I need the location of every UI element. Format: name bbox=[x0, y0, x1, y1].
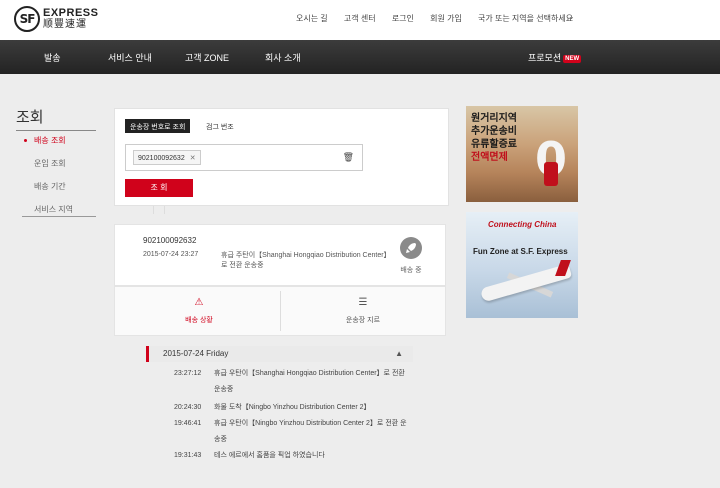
main-nav: 발송 서비스 안내 고객 ZONE 회사 소개 프로모션 NEW bbox=[0, 40, 720, 74]
sidebar-item-tracking[interactable]: 배송 조회 bbox=[34, 135, 66, 146]
tracking-result-card: 902100092632 2015-07-24 23:27 휴급 주탄이【Sha… bbox=[114, 224, 446, 286]
waybill-chip-label: 902100092632 bbox=[138, 155, 185, 162]
event-time: 19:31:43 bbox=[174, 452, 202, 459]
logo-mark: SF bbox=[14, 6, 40, 32]
fuel-pump-icon bbox=[544, 162, 558, 186]
banner-highlight: 전액면제 bbox=[471, 152, 508, 163]
sidebar-item-service-area[interactable]: 서비스 지역 bbox=[34, 204, 73, 215]
tab-divider bbox=[280, 291, 281, 331]
tab-waybill-number[interactable]: 운송장 번호로 조회 bbox=[125, 119, 191, 133]
event-time: 19:46:41 bbox=[174, 420, 202, 427]
nav-item-promotion[interactable]: 프로모션 NEW bbox=[528, 51, 582, 64]
toplink-signup[interactable]: 회원 가입 bbox=[430, 14, 462, 23]
list-icon: ☰ bbox=[358, 297, 368, 308]
timeline-date-header[interactable]: 2015-07-24 Friday ▲ bbox=[146, 346, 413, 362]
nav-item-about[interactable]: 회사 소개 bbox=[265, 51, 301, 64]
waybill-number: 902100092632 bbox=[143, 236, 197, 245]
toplink-directions[interactable]: 오시는 길 bbox=[296, 14, 328, 23]
search-button[interactable]: 조 회 bbox=[125, 179, 193, 197]
top-header: SF EXPRESS 顺豐速運 오시는 길 고객 센터 로그인 회원 가입 국가… bbox=[0, 0, 720, 40]
rocket-icon-shape bbox=[406, 243, 416, 253]
panel-divider bbox=[164, 206, 184, 214]
event-description: 휴급 우탄이【Ningbo Yinzhou Distribution Cente… bbox=[214, 420, 407, 443]
panel-divider bbox=[114, 206, 154, 214]
sidebar-item-rates[interactable]: 운임 조회 bbox=[34, 158, 66, 169]
sidebar-divider bbox=[22, 216, 96, 217]
fuel-surcharge-banner[interactable]: 원거리지역 추가운송비 유류할증료 전액면제 0 bbox=[466, 106, 578, 202]
event-time: 23:27:12 bbox=[174, 370, 202, 377]
tab-label: 운송장 지르 bbox=[345, 317, 381, 324]
banner-line: 추가운송비 bbox=[471, 126, 517, 137]
tab-waybill-info[interactable]: ☰ 운송장 지르 bbox=[283, 297, 443, 325]
result-datetime: 2015-07-24 23:27 bbox=[143, 251, 199, 258]
banner-line: 유류할증료 bbox=[471, 139, 517, 150]
promotion-label: 프로모션 bbox=[528, 53, 562, 63]
active-indicator-dot bbox=[24, 139, 27, 142]
top-links: 오시는 길 고객 센터 로그인 회원 가입 국가 또는 지역을 선택하세요 bbox=[296, 13, 587, 24]
sidebar-item-delivery-time[interactable]: 배송 기간 bbox=[34, 181, 66, 192]
sf-express-logo[interactable]: SF EXPRESS 顺豐速運 bbox=[14, 6, 98, 32]
region-selector[interactable]: 국가 또는 지역을 선택하세요 bbox=[478, 14, 573, 23]
logo-name-zh: 顺豐速運 bbox=[43, 19, 87, 30]
tracking-search-panel: 운송장 번호로 조회 검그 번조 902100092632 ✕ 🗑 조 회 bbox=[114, 108, 449, 206]
banner-line: 원거리지역 bbox=[471, 113, 517, 124]
sidebar-title: 조회 bbox=[16, 106, 96, 131]
status-label: 배송 중 bbox=[400, 267, 422, 274]
banner-caption: Fun Zone at S.F. Express bbox=[473, 247, 568, 256]
logo-name-en: EXPRESS bbox=[43, 7, 99, 19]
nav-item-services[interactable]: 서비스 안내 bbox=[108, 51, 152, 64]
trash-icon[interactable]: 🗑 bbox=[343, 152, 354, 163]
caret-up-icon[interactable]: ▲ bbox=[395, 349, 403, 358]
nav-item-send[interactable]: 발송 bbox=[44, 51, 61, 64]
tab-label: 배송 상황 bbox=[185, 317, 213, 324]
timeline-date: 2015-07-24 Friday bbox=[163, 349, 229, 358]
event-description: 화물 도착【Ningbo Yinzhou Distribution Center… bbox=[214, 404, 371, 411]
connecting-china-logo: Connecting China bbox=[488, 220, 557, 229]
event-description: 휴급 우탄이【Shanghai Hongqiao Distribution Ce… bbox=[214, 370, 405, 393]
warning-icon: ⚠ bbox=[194, 297, 204, 308]
tab-delivery-status[interactable]: ⚠ 배송 상황 bbox=[119, 297, 279, 325]
toplink-login[interactable]: 로그인 bbox=[392, 14, 414, 23]
result-description: 휴급 주탄이【Shanghai Hongqiao Distribution Ce… bbox=[221, 252, 391, 269]
detail-tabs: ⚠ 배송 상황 ☰ 운송장 지르 bbox=[114, 286, 446, 336]
chevron-down-icon[interactable]: ⌄ bbox=[568, 12, 575, 21]
waybill-chip: 902100092632 ✕ bbox=[133, 150, 201, 165]
toplink-customer-center[interactable]: 고객 센터 bbox=[344, 14, 376, 23]
tab-other-search[interactable]: 검그 번조 bbox=[206, 122, 234, 132]
fun-zone-banner[interactable]: Connecting China Fun Zone at S.F. Expres… bbox=[466, 212, 578, 318]
waybill-input[interactable]: 902100092632 ✕ 🗑 bbox=[125, 144, 363, 171]
event-description: 테스 에르에서 홈품을 픽업 하였습니다 bbox=[214, 452, 325, 459]
nav-item-customer-zone[interactable]: 고객 ZONE bbox=[185, 51, 229, 64]
rocket-icon bbox=[400, 237, 422, 259]
close-icon[interactable]: ✕ bbox=[190, 155, 196, 162]
event-time: 20:24:30 bbox=[174, 404, 202, 411]
new-badge: NEW bbox=[563, 55, 582, 63]
